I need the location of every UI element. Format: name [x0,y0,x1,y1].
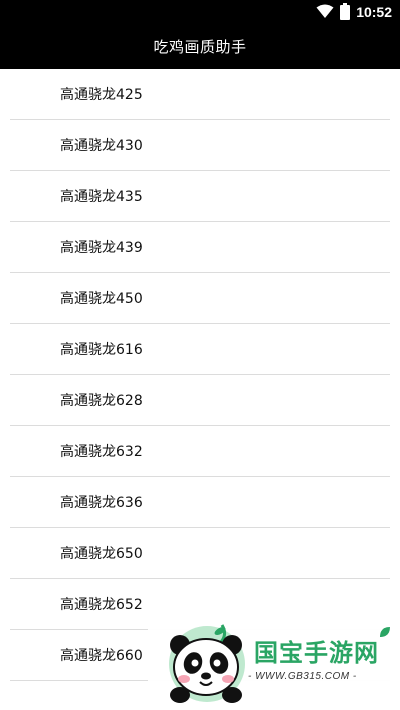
list-item-label: 高通骁龙425 [60,87,143,103]
watermark-brand: 国宝手游网 [254,639,379,667]
list-item[interactable]: 高通骁龙430 [10,120,390,171]
list-item[interactable]: 高通骁龙636 [10,477,390,528]
list-item[interactable]: 高通骁龙632 [10,426,390,477]
status-bar: 10:52 [0,0,400,24]
list-item-label: 高通骁龙636 [60,495,143,511]
list-item-label: 高通骁龙652 [60,597,143,613]
list-item[interactable]: 高通骁龙435 [10,171,390,222]
list-item-label: 高通骁龙632 [60,444,143,460]
list-item-label: 高通骁龙650 [60,546,143,562]
list-item[interactable]: 高通骁龙450 [10,273,390,324]
panda-logo-icon [169,624,245,703]
list-item-label: 高通骁龙435 [60,189,143,205]
app-bar: 吃鸡画质助手 [0,24,400,69]
list-item[interactable]: 高通骁龙628 [10,375,390,426]
wifi-icon [316,4,334,18]
chipset-list: 高通骁龙425 高通骁龙430 高通骁龙435 高通骁龙439 高通骁龙450 … [0,69,400,681]
list-item-label: 高通骁龙439 [60,240,143,256]
battery-icon [340,3,351,20]
list-item-label: 高通骁龙430 [60,138,143,154]
list-item[interactable]: 高通骁龙616 [10,324,390,375]
list-item-label: 高通骁龙628 [60,393,143,409]
list-item[interactable]: 高通骁龙650 [10,528,390,579]
list-item-label: 高通骁龙450 [60,291,143,307]
app-title: 吃鸡画质助手 [153,38,247,56]
list-item-label: 高通骁龙660 [60,648,143,664]
list-item[interactable]: 高通骁龙425 [10,69,390,120]
status-time: 10:52 [356,3,392,20]
list-item[interactable]: 高通骁龙439 [10,222,390,273]
status-icons: 10:52 [316,3,392,20]
leaf-icon [380,627,390,637]
watermark-url: - WWW.GB315.COM - [248,671,357,682]
watermark: 国宝手游网 - WWW.GB315.COM - [148,615,400,710]
list-item-label: 高通骁龙616 [60,342,143,358]
